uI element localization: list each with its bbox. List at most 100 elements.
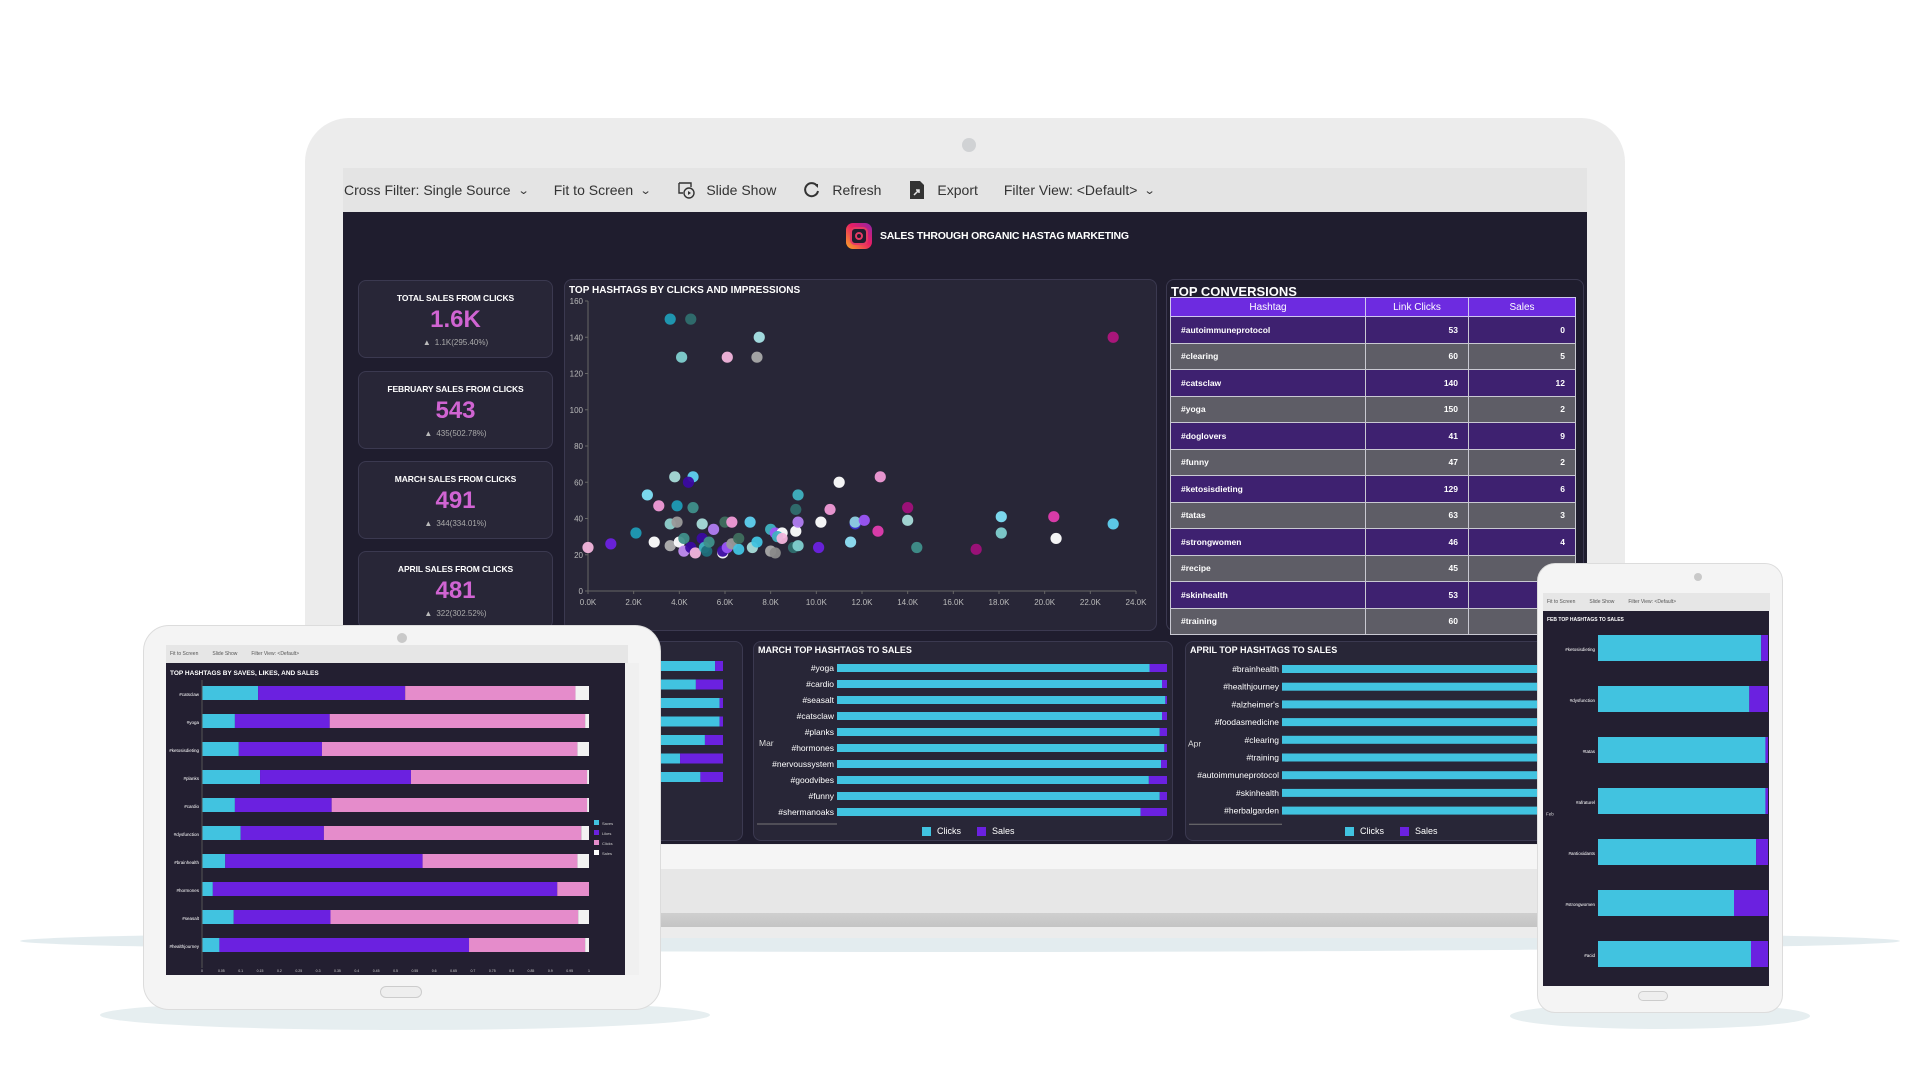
category-label: #seasalt [802,695,834,705]
x-tick-label: 0.05 [218,969,225,973]
cross-filter-dropdown[interactable]: Cross Filter: Single Source ⌄ [344,182,529,198]
bar-sales [585,714,589,728]
bar-clicks [837,792,1160,800]
category-label: #alzheimer's [1232,699,1279,709]
scatter-chart[interactable]: 0 20 40 60 80 100 120 140 160 0.0K 2.0K 4.0K 6.0K 8.0… [566,295,1156,630]
fit-to-screen-dropdown[interactable]: Fit to Screen [170,651,198,657]
bar-clicks [321,742,578,756]
bar-clicks [1598,686,1750,712]
kpi-card-april[interactable]: APRIL SALES FROM CLICKS 481 ▲ 322(302.52%… [358,551,553,629]
hashtag-cell: #ketosisdieting [1170,475,1366,503]
scatter-point [813,541,825,554]
export-icon [907,180,927,200]
x-tick-label: 20.0K [1034,598,1056,607]
x-tick-label: 14.0K [897,598,919,607]
scatter-point [648,536,660,548]
col-header-hashtag[interactable]: Hashtag [1170,297,1366,317]
fit-to-screen-dropdown[interactable]: Fit to Screen [1547,599,1575,605]
bar-sales [587,770,589,784]
x-tick-label: 0.3 [316,969,321,973]
x-tick-label: 0.4 [354,969,359,973]
bar-sales [1765,737,1768,763]
feb-sales-chart-mobile[interactable]: #ketosisdieting #dysfunction #tatas #afratu… [1543,625,1769,980]
col-header-sales[interactable]: Sales [1468,297,1576,317]
x-tick-label: 24.0K [1126,598,1148,607]
bar-sales [1162,712,1167,720]
table-row[interactable]: #autoimmuneprotocol 53 0 [1170,316,1576,344]
up-triangle-icon: ▲ [424,429,433,438]
kpi-delta: ▲ 1.1K(295.40%) [422,338,489,347]
link-clicks-cell: 41 [1365,422,1469,450]
kpi-delta: ▲ 322(302.52%) [424,609,487,618]
legend-label: Sales [602,851,612,856]
category-label: #catsclaw [797,711,835,721]
export-button[interactable]: Export [907,180,978,200]
x-tick-label: 0.6 [432,969,437,973]
scatter-point [902,514,914,526]
legend-label: Clicks [602,841,613,846]
y-tick-label: 120 [570,370,584,379]
tablet-right-camera [1694,573,1702,581]
laptop-camera [962,138,976,152]
kpi-card-february[interactable]: FEBRUARY SALES FROM CLICKS 543 ▲ 435(502.… [358,371,553,449]
tablet-right-home-button[interactable] [1638,991,1668,1001]
category-label: #ketosisdieting [169,748,199,753]
scatter-point [653,500,665,512]
x-tick-label: 0.45 [373,969,380,973]
bar-clicks [837,680,1163,688]
x-tick-label: 0.55 [411,969,418,973]
fit-to-screen-dropdown[interactable]: Fit to Screen ⌄ [554,182,652,198]
y-tick-label: 160 [570,297,584,306]
legend-clicks: Clicks [1360,826,1384,836]
slideshow-button[interactable]: Slide Show [212,651,237,657]
table-row[interactable]: #yoga 150 2 [1170,395,1576,423]
table-row[interactable]: #funny 47 2 [1170,448,1576,476]
scatter-point [753,331,765,343]
refresh-label: Refresh [832,182,882,198]
filter-view-dropdown[interactable]: Filter View: <Default> [1628,599,1676,605]
slideshow-button[interactable]: Slide Show [676,180,776,200]
col-header-link-clicks[interactable]: Link Clicks [1365,297,1469,317]
category-label: #training [1246,753,1279,763]
x-tick-label: 0.0K [580,598,597,607]
legend-label: Saves [602,821,613,826]
bar-sales [581,826,589,840]
link-clicks-cell: 53 [1365,316,1469,344]
table-row[interactable]: #training 60 [1170,607,1576,635]
tablet-left-home-button[interactable] [380,986,422,998]
table-row[interactable]: #doglovers 41 9 [1170,422,1576,450]
table-row[interactable]: #strongwomen 46 4 [1170,528,1576,556]
scatter-point [1048,511,1060,523]
hashtag-cell: #funny [1170,448,1366,476]
filter-view-dropdown[interactable]: Filter View: <Default> ⌄ [1004,182,1156,198]
table-row[interactable]: #ketosisdieting 129 6 [1170,475,1576,503]
table-row[interactable]: #clearing 60 5 [1170,342,1576,370]
bar-sales [1149,664,1167,672]
table-row[interactable]: #catsclaw 140 12 [1170,369,1576,397]
scatter-point [815,516,827,528]
bar-saves [202,938,220,952]
slideshow-button[interactable]: Slide Show [1589,599,1614,605]
x-tick-label: 0.35 [334,969,341,973]
link-clicks-cell: 60 [1365,607,1469,635]
category-label: #catsclaw [179,692,200,697]
refresh-icon [802,180,822,200]
x-tick-label: 12.0K [852,598,874,607]
kpi-card-march[interactable]: MARCH SALES FROM CLICKS 491 ▲ 344(334.01%… [358,461,553,539]
table-row[interactable]: #tatas 63 3 [1170,501,1576,529]
sales-cell: 2 [1468,395,1576,423]
scatter-point [844,536,857,548]
refresh-button[interactable]: Refresh [802,180,881,200]
april-sales-chart[interactable]: #brainhealth #healthjourney #alzheimer's #f… [1185,655,1587,825]
march-sales-chart[interactable]: #yoga #cardio #seasalt #catsclaw #planks #hor… [753,655,1173,825]
kpi-card-total[interactable]: TOTAL SALES FROM CLICKS 1.6K ▲ 1.1K(295.4… [358,280,553,358]
category-label: #strongwomen [1565,902,1595,907]
table-row[interactable]: #recipe 45 [1170,554,1576,582]
bar-saves [202,910,234,924]
table-row[interactable]: #skinhealth 53 [1170,581,1576,609]
up-triangle-icon: ▲ [424,519,433,528]
scatter-point [792,540,804,552]
legend-sales: Sales [1415,826,1438,836]
saves-likes-sales-chart[interactable]: #catsclaw #yoga #ketosisdieting #planks #car… [166,680,625,975]
filter-view-dropdown[interactable]: Filter View: <Default> [251,651,299,657]
